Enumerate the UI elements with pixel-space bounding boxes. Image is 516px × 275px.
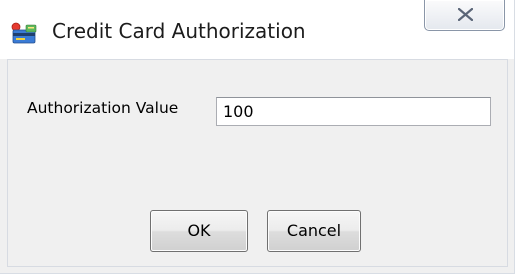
window-title: Credit Card Authorization (52, 19, 306, 43)
title-bar[interactable]: Credit Card Authorization (0, 0, 514, 59)
authorization-value-label: Authorization Value (27, 99, 179, 117)
credit-card-app-icon (11, 22, 39, 44)
close-button[interactable] (424, 0, 505, 31)
credit-card-authorization-dialog: Credit Card Authorization Authorization … (0, 0, 515, 274)
close-x-icon (458, 8, 473, 21)
ok-button[interactable]: OK (150, 210, 248, 252)
cancel-button[interactable]: Cancel (267, 210, 361, 252)
authorization-value-input[interactable] (216, 97, 491, 126)
dialog-client-area (7, 59, 508, 267)
